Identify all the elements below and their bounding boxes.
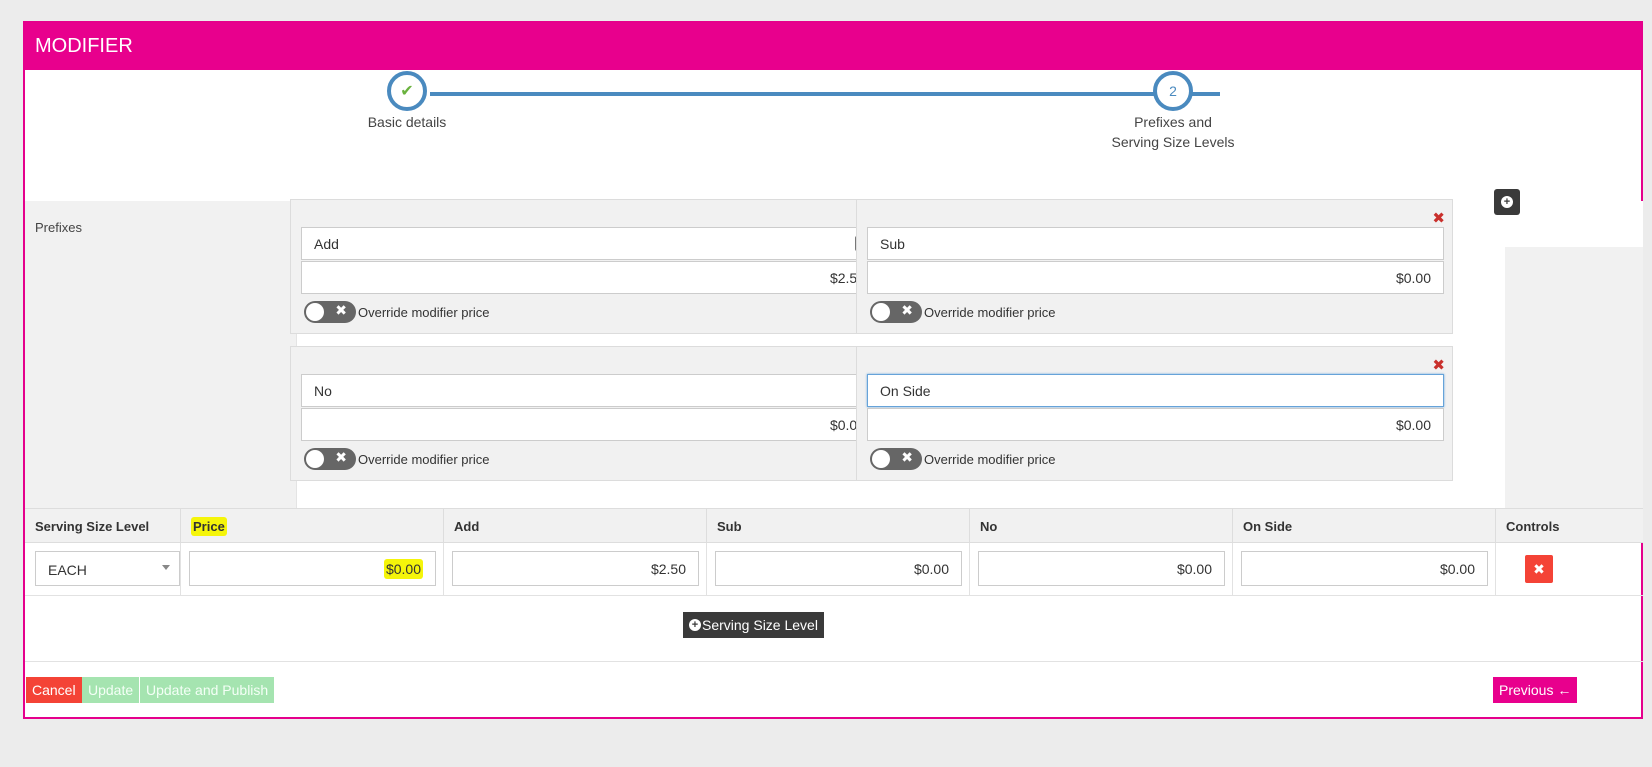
price-value: $0.00 xyxy=(383,559,423,579)
close-icon: ✖ xyxy=(1533,560,1545,577)
cancel-button[interactable]: Cancel xyxy=(26,677,82,703)
divider xyxy=(25,661,1643,662)
add-serving-size-label: Serving Size Level xyxy=(702,617,818,633)
caret-down-icon xyxy=(162,565,170,570)
no-price-input[interactable]: $0.00 xyxy=(978,551,1225,586)
serving-size-select[interactable]: EACH xyxy=(35,551,180,586)
price-input[interactable]: $0.00 xyxy=(189,551,436,586)
previous-button[interactable]: Previous ← xyxy=(1493,677,1578,703)
col-add: Add xyxy=(443,509,706,544)
col-sub: Sub xyxy=(706,509,969,544)
col-on-side: On Side xyxy=(1232,509,1495,544)
delete-row-button[interactable]: ✖ xyxy=(1525,555,1553,583)
update-and-publish-button[interactable]: Update and Publish xyxy=(140,677,275,703)
serving-size-section: Serving Size Level Price Add Sub No On S… xyxy=(25,0,1643,767)
update-button[interactable]: Update xyxy=(82,677,140,703)
col-controls: Controls xyxy=(1495,509,1641,544)
table-row: EACH $0.00 $2.50 $0.00 $0.00 $0.00 ✖ xyxy=(25,543,1643,596)
price-header-highlight: Price xyxy=(191,517,227,536)
col-serving-size-level: Serving Size Level xyxy=(35,519,150,534)
col-no: No xyxy=(969,509,1232,544)
arrow-left-icon: ← xyxy=(1557,682,1572,698)
serving-size-value: EACH xyxy=(48,562,87,578)
on-side-price-input[interactable]: $0.00 xyxy=(1241,551,1488,586)
sub-price-input[interactable]: $0.00 xyxy=(715,551,962,586)
col-price: Price xyxy=(180,509,443,544)
plus-circle-icon: + xyxy=(689,619,701,631)
add-serving-size-level-button[interactable]: + Serving Size Level xyxy=(683,612,824,638)
previous-label: Previous xyxy=(1499,682,1554,698)
add-price-input[interactable]: $2.50 xyxy=(452,551,699,586)
table-header: Serving Size Level Price Add Sub No On S… xyxy=(25,508,1643,544)
